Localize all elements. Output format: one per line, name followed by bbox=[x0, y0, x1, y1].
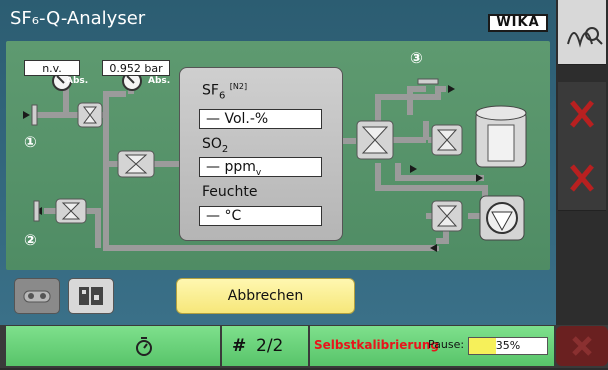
sf6-value: — Vol.-% bbox=[199, 109, 322, 129]
close-icon bbox=[570, 100, 594, 128]
humidity-value: — °C bbox=[199, 206, 322, 226]
calibration-status: Selbstkalibrierung Pause: 35% bbox=[310, 326, 554, 366]
gauge-left-abs: Abs. bbox=[66, 76, 89, 86]
abort-button[interactable] bbox=[556, 326, 608, 366]
progress-text: 35% bbox=[495, 339, 521, 352]
valve-icon bbox=[431, 124, 463, 156]
port-1-label: ① bbox=[24, 133, 37, 151]
calibration-label: Selbstkalibrierung bbox=[314, 338, 440, 352]
brand-logo: WIKA bbox=[488, 14, 548, 32]
port-2-label: ② bbox=[24, 231, 37, 249]
tab-flow-view[interactable] bbox=[14, 278, 60, 314]
cycle-counter: # 2/2 bbox=[222, 326, 308, 366]
close-icon bbox=[572, 336, 592, 356]
pump-icon bbox=[479, 195, 525, 241]
measurement-panel: SF6 [N2] — Vol.-% SO2 — ppmv Feuchte — °… bbox=[179, 67, 343, 241]
pause-label: Pause: bbox=[428, 338, 465, 351]
gauge-left-value: n.v. bbox=[24, 60, 80, 76]
stop-button-1[interactable] bbox=[558, 82, 606, 147]
count-value: 2/2 bbox=[256, 336, 284, 356]
cancel-button[interactable]: Abbrechen bbox=[176, 278, 355, 314]
humidity-label: Feuchte bbox=[202, 184, 258, 200]
pause-progress-bar: 35% bbox=[468, 337, 548, 355]
app-title: SF₆-Q-Analyser bbox=[10, 8, 146, 29]
info-button[interactable] bbox=[558, 0, 606, 65]
count-symbol: # bbox=[232, 336, 247, 356]
so2-label: SO2 bbox=[202, 136, 229, 155]
valve-icon bbox=[55, 198, 87, 224]
gauge-right-abs: Abs. bbox=[148, 76, 171, 86]
valve-icon bbox=[431, 200, 463, 232]
flow-diagram: n.v. Abs. 0.952 bar Abs. ① ② ③ SF6 [N2] … bbox=[6, 41, 550, 270]
stopwatch-icon bbox=[136, 337, 152, 356]
sf6-label: SF6 [N2] bbox=[202, 82, 248, 102]
schematic-view-icon bbox=[79, 287, 103, 305]
port-3-label: ③ bbox=[410, 49, 423, 67]
right-sidebar bbox=[556, 0, 608, 325]
main-area: SF₆-Q-Analyser WIKA n.v. Abs. 0.952 bar … bbox=[0, 0, 556, 325]
so2-value: — ppmv bbox=[199, 157, 322, 178]
gauge-right-value: 0.952 bar bbox=[102, 60, 170, 76]
sensor-search-icon bbox=[567, 27, 603, 48]
valve-icon bbox=[356, 120, 394, 160]
stop-button-2[interactable] bbox=[558, 146, 606, 211]
title-bar: SF₆-Q-Analyser WIKA bbox=[0, 0, 556, 40]
valve-icon bbox=[117, 150, 155, 178]
valve-icon bbox=[77, 102, 103, 128]
timer-section bbox=[6, 326, 220, 366]
tank-icon bbox=[475, 105, 527, 168]
tab-schematic-view[interactable] bbox=[68, 278, 114, 314]
close-icon bbox=[570, 164, 594, 192]
flow-view-icon bbox=[23, 290, 51, 303]
